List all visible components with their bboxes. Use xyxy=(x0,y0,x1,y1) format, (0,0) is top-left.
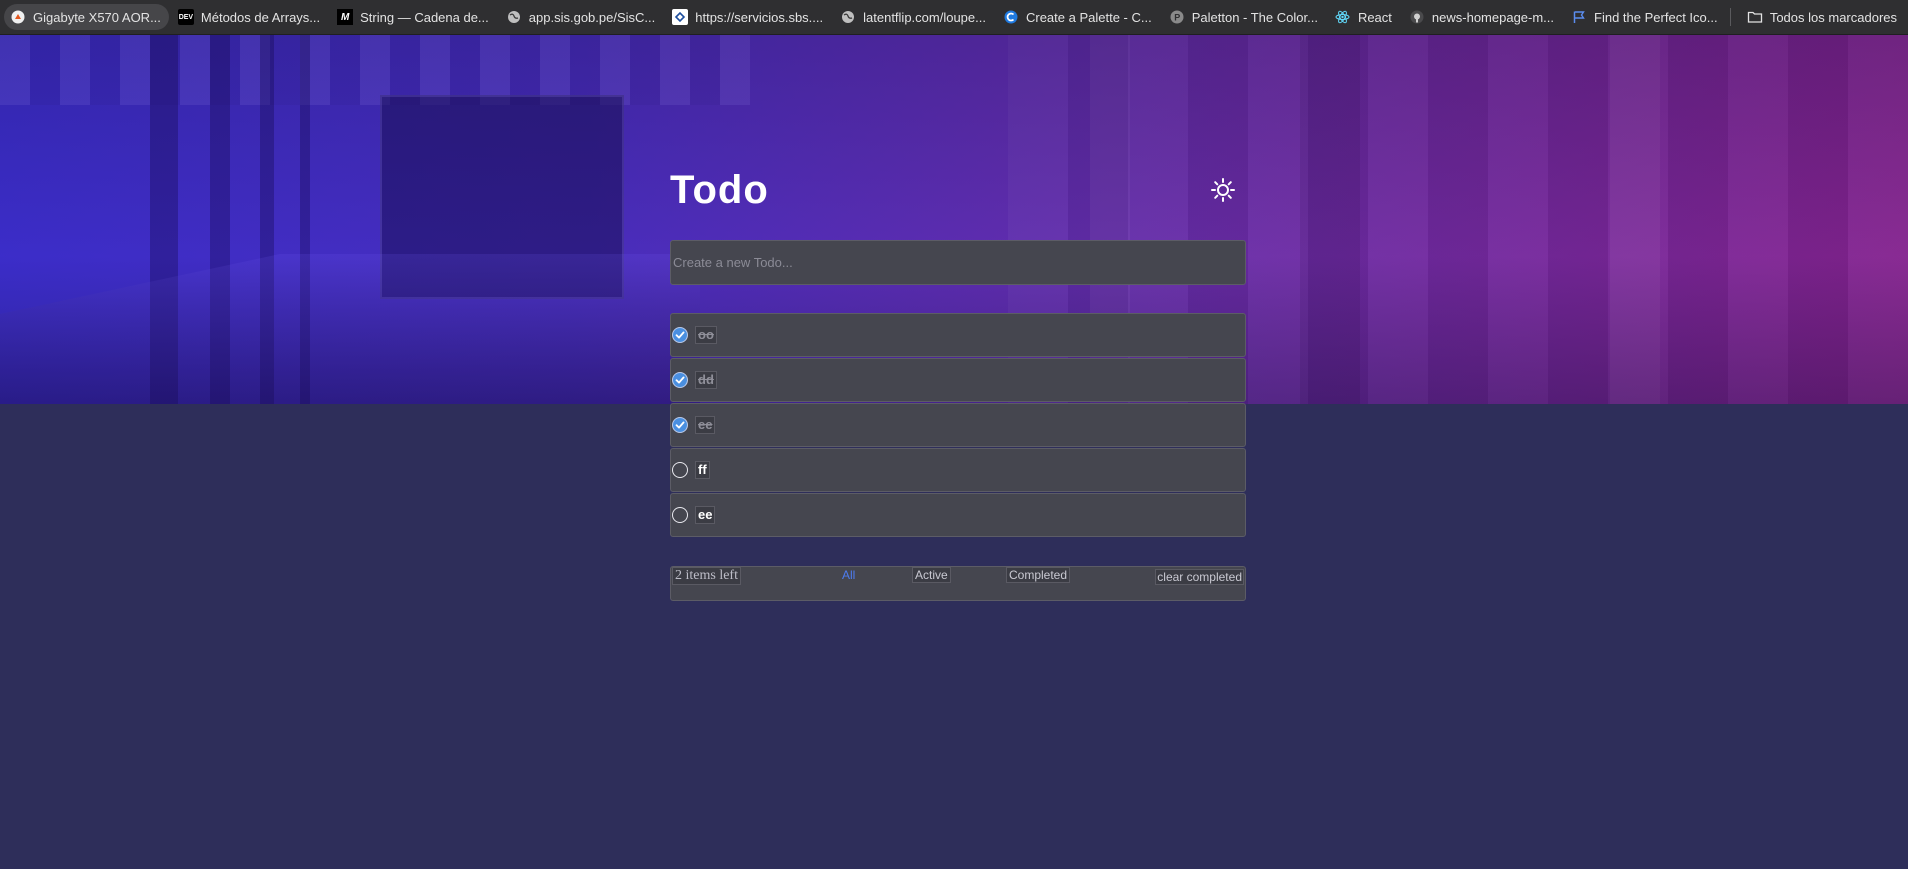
bookmark-news-homepage[interactable]: news-homepage-m... xyxy=(1403,4,1562,30)
bookmark-paletton[interactable]: P Paletton - The Color... xyxy=(1163,4,1326,30)
app-header: Todo xyxy=(670,164,1246,216)
todo-item-text: oo xyxy=(695,326,717,344)
filter-all[interactable]: All xyxy=(839,567,858,583)
bookmarks-bar: Gigabyte X570 AOR... DEV Métodos de Arra… xyxy=(0,0,1908,35)
bookmark-label: latentflip.com/loupe... xyxy=(863,9,986,25)
sun-icon[interactable] xyxy=(1210,177,1236,203)
filter-completed[interactable]: Completed xyxy=(1006,567,1071,583)
bookmark-mdn-string[interactable]: M String — Cadena de... xyxy=(331,4,497,30)
bookmark-label: https://servicios.sbs.... xyxy=(695,9,824,25)
flag-icon xyxy=(1571,9,1587,25)
bookmark-sbs[interactable]: https://servicios.sbs.... xyxy=(666,4,831,30)
filter-active[interactable]: Active xyxy=(912,567,951,583)
bookmark-coolors[interactable]: Create a Palette - C... xyxy=(997,4,1160,30)
items-left-count: 2 items left xyxy=(672,567,741,585)
bookmark-label: Paletton - The Color... xyxy=(1191,9,1318,25)
bookmark-label: React xyxy=(1357,9,1392,25)
bookmark-sis[interactable]: app.sis.gob.pe/SisC... xyxy=(500,4,663,30)
todo-item-text: ee xyxy=(695,416,716,434)
bookmark-find-icon[interactable]: Find the Perfect Ico... xyxy=(1565,4,1726,30)
bookmark-label: Create a Palette - C... xyxy=(1025,9,1152,25)
todo-list: oo dd ee ff ee xyxy=(670,313,1246,537)
todo-item-text: ff xyxy=(695,461,710,479)
aorus-icon xyxy=(10,9,26,25)
coolors-icon xyxy=(1003,9,1019,25)
globe-icon xyxy=(840,9,856,25)
todo-item[interactable]: ee xyxy=(670,403,1246,447)
bookmark-label: app.sis.gob.pe/SisC... xyxy=(528,9,656,25)
dev-icon: DEV xyxy=(177,9,194,25)
app-title: Todo xyxy=(670,167,769,212)
unchecked-circle-icon[interactable] xyxy=(672,462,688,478)
todo-item[interactable]: ee xyxy=(670,493,1246,537)
bookmark-gigabyte[interactable]: Gigabyte X570 AOR... xyxy=(4,4,169,30)
todo-item-text: dd xyxy=(695,371,717,389)
bookmarks-divider xyxy=(1729,8,1731,26)
react-icon xyxy=(1335,9,1351,25)
github-icon xyxy=(1409,9,1425,25)
bookmark-label: Gigabyte X570 AOR... xyxy=(33,9,161,25)
sbs-icon xyxy=(672,9,689,25)
paletton-icon: P xyxy=(1169,9,1185,25)
new-todo-input[interactable] xyxy=(670,240,1246,285)
bookmark-react[interactable]: React xyxy=(1329,4,1400,30)
checked-circle-icon[interactable] xyxy=(672,372,688,388)
bookmark-label: String — Cadena de... xyxy=(360,9,489,25)
mdn-icon: M xyxy=(337,9,354,25)
folder-icon xyxy=(1747,9,1763,25)
todo-app: Todo ooddeeffee 2 items left All Ac xyxy=(670,164,1246,601)
todo-item[interactable]: dd xyxy=(670,358,1246,402)
all-bookmarks-label: Todos los marcadores xyxy=(1769,9,1897,25)
all-bookmarks-button[interactable]: Todos los marcadores xyxy=(1741,4,1905,30)
checked-circle-icon[interactable] xyxy=(672,417,688,433)
bookmark-latentflip[interactable]: latentflip.com/loupe... xyxy=(834,4,994,30)
todo-item[interactable]: ff xyxy=(670,448,1246,492)
globe-icon xyxy=(506,9,522,25)
todo-item-text: ee xyxy=(695,506,716,524)
todo-item[interactable]: oo xyxy=(670,313,1246,357)
svg-text:P: P xyxy=(1174,13,1180,23)
bookmark-label: Métodos de Arrays... xyxy=(200,9,321,25)
clear-completed-button[interactable]: clear completed xyxy=(1155,569,1244,585)
todo-footer: 2 items left All Active Completed clear … xyxy=(670,566,1246,601)
bookmark-dev-arrays[interactable]: DEV Métodos de Arrays... xyxy=(172,4,328,30)
unchecked-circle-icon[interactable] xyxy=(672,507,688,523)
bookmark-label: news-homepage-m... xyxy=(1431,9,1555,25)
checked-circle-icon[interactable] xyxy=(672,327,688,343)
bookmark-label: Find the Perfect Ico... xyxy=(1594,9,1718,25)
